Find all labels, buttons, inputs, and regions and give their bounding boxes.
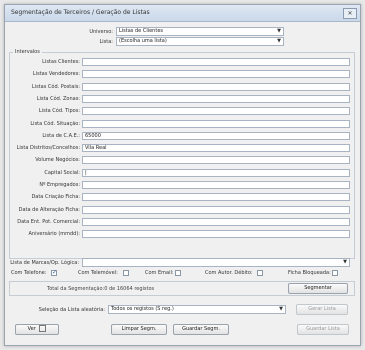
field-label: Data de Alteração Ficha: (18, 207, 80, 213)
field-label: Lista Cód. Tipos: (38, 108, 80, 114)
segmentation-total: Total da Segmentação:0 de 16064 registos (47, 286, 155, 292)
checkbox[interactable] (332, 270, 338, 276)
check-mark-icon: ✓ (52, 269, 58, 276)
marcas-select[interactable]: ▼ (82, 258, 350, 267)
field-input[interactable] (82, 83, 350, 91)
ver-label: Ver (27, 326, 36, 332)
field-label: Aniversário (mmdd): (28, 231, 80, 237)
checkbox-label: Com Telefone: (11, 270, 47, 276)
window-title: Segmentação de Terceiros / Geração de Li… (11, 9, 150, 16)
intervalos-legend: Intervalos (13, 49, 42, 55)
field-input[interactable] (82, 206, 350, 214)
field-input[interactable] (82, 95, 350, 103)
field-input[interactable]: 65000 (82, 132, 350, 140)
field-input[interactable] (82, 70, 350, 78)
universo-select[interactable]: Listas de Clientes ▼ (116, 27, 284, 36)
title-bar: Segmentação de Terceiros / Geração de Li… (5, 5, 360, 22)
marcas-label: Lista de Marcas/Op. Lógica: (10, 260, 79, 266)
field-label: Lista Cód. Situação: (30, 121, 80, 127)
field-input[interactable]: Vila Real (82, 144, 350, 152)
lista-select[interactable]: (Escolha uma lista) ▼ (116, 37, 284, 46)
field-label: Listas Vendedores: (32, 71, 80, 77)
field-input[interactable] (82, 230, 350, 238)
field-input[interactable] (82, 58, 350, 66)
field-label: Lista de C.A.E.: (42, 133, 80, 139)
field-input[interactable]: | (82, 169, 350, 177)
field-label: Nº Empregados: (39, 182, 80, 188)
universo-value: Listas de Clientes (119, 28, 163, 34)
dropdown-arrow-icon: ▼ (277, 28, 281, 34)
segmentar-button[interactable]: Segmentar (288, 283, 348, 294)
field-label: Lista Distritos/Concelhos: (16, 145, 80, 151)
ver-button[interactable]: Ver (15, 324, 59, 335)
checkbox-label: Com Autor. Débito: (205, 270, 253, 276)
checkbox[interactable] (175, 270, 181, 276)
field-input[interactable] (82, 120, 350, 128)
field-input[interactable] (82, 156, 350, 164)
selecao-value: Todos os registos (S reg.) (111, 306, 174, 312)
checkbox[interactable] (257, 270, 263, 276)
lista-label: Lista: (99, 39, 114, 45)
field-label: Lista Cód. Zonas: (36, 96, 80, 102)
selecao-label: Seleção da Lista aleatória: (38, 307, 105, 313)
lista-value: (Escolha uma lista) (119, 38, 167, 44)
checkbox[interactable]: ✓ (51, 269, 58, 276)
dialog-window: Segmentação de Terceiros / Geração de Li… (4, 4, 361, 346)
selecao-select[interactable]: Todos os registos (S reg.) ▼ (108, 305, 286, 314)
field-input[interactable] (82, 218, 350, 226)
dropdown-arrow-icon: ▼ (279, 306, 283, 312)
dropdown-arrow-icon: ▼ (343, 259, 347, 265)
checkbox-label: Ficha Bloqueada: (288, 270, 331, 276)
gerar-lista-button[interactable]: Gerar Lista (296, 304, 348, 315)
field-label: Data Ent. Pot. Comercial: (17, 219, 80, 225)
dropdown-arrow-icon: ▼ (277, 38, 281, 44)
universo-label: Universo: (89, 29, 113, 35)
close-icon[interactable]: ✕ (343, 8, 357, 19)
field-input[interactable] (82, 107, 350, 115)
guardar-segm-button[interactable]: Guardar Segm. (173, 324, 229, 335)
field-label: Volume Negócios: (35, 157, 80, 163)
limpar-segm-button[interactable]: Limpar Segm. (111, 324, 167, 335)
field-input[interactable] (82, 181, 350, 189)
field-label: Data Criação Ficha: (31, 194, 80, 200)
checkbox[interactable] (123, 270, 129, 276)
field-label: Listas Clientes: (42, 59, 80, 65)
guardar-lista-button[interactable]: Guardar Lista (297, 324, 349, 335)
field-label: Listas Cód. Postais: (31, 84, 80, 90)
field-label: Capital Social: (44, 170, 80, 176)
list-icon (39, 325, 47, 332)
checkbox-label: Com Email: (145, 270, 174, 276)
field-input[interactable] (82, 193, 350, 201)
checkbox-label: Com Telemóvel: (78, 270, 118, 276)
